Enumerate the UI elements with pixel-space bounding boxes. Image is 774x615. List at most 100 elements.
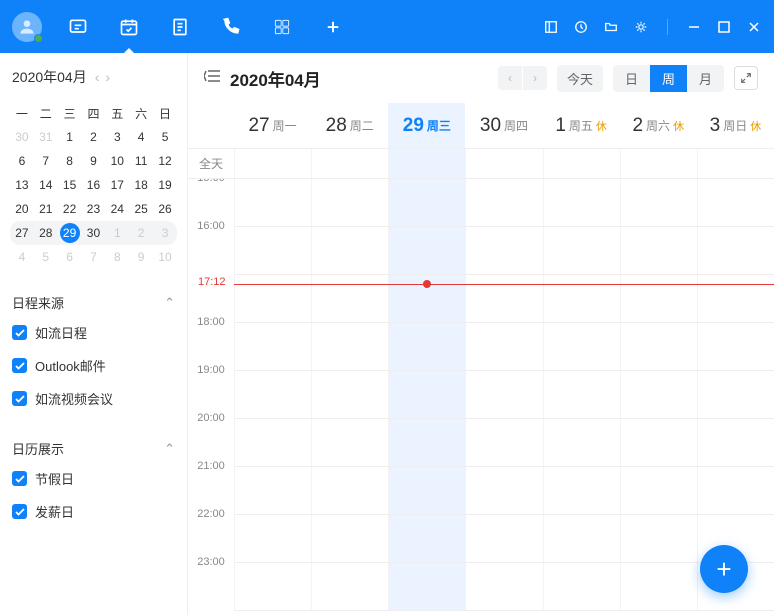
mini-calendar-day[interactable]: 1 bbox=[105, 221, 129, 245]
day-column[interactable] bbox=[543, 179, 620, 611]
schedule-source-item[interactable]: Outlook邮件 bbox=[10, 349, 177, 382]
day-column[interactable] bbox=[620, 179, 697, 611]
prev-period-button[interactable]: ‹ bbox=[498, 66, 522, 90]
mini-calendar-day[interactable]: 10 bbox=[153, 245, 177, 269]
day-header[interactable]: 1周五休 bbox=[543, 103, 620, 148]
mini-calendar-day[interactable]: 10 bbox=[105, 149, 129, 173]
mini-calendar-day[interactable]: 25 bbox=[129, 197, 153, 221]
mini-calendar-day[interactable]: 15 bbox=[58, 173, 82, 197]
mini-calendar-day[interactable]: 14 bbox=[34, 173, 58, 197]
mini-prev-month[interactable]: ‹ bbox=[95, 69, 100, 85]
allday-slot[interactable] bbox=[543, 149, 620, 178]
mini-next-month[interactable]: › bbox=[105, 69, 110, 85]
calendar-toolbar: 2020年04月 ‹ › 今天 日 周 月 bbox=[188, 53, 774, 103]
mini-calendar-day[interactable]: 1 bbox=[58, 125, 82, 149]
maximize-icon[interactable] bbox=[716, 19, 732, 35]
mini-calendar-day[interactable]: 11 bbox=[129, 149, 153, 173]
mini-calendar-day[interactable]: 7 bbox=[34, 149, 58, 173]
day-column[interactable] bbox=[388, 179, 465, 611]
allday-slot[interactable] bbox=[388, 149, 465, 178]
mini-calendar-day[interactable]: 3 bbox=[153, 221, 177, 245]
avatar[interactable] bbox=[12, 12, 42, 42]
time-grid[interactable]: 15:0016:0018:0019:0020:0021:0022:0023:00… bbox=[188, 179, 774, 613]
day-header[interactable]: 28周二 bbox=[311, 103, 388, 148]
mini-calendar-day[interactable]: 2 bbox=[129, 221, 153, 245]
mini-calendar-day[interactable]: 30 bbox=[82, 221, 106, 245]
mini-calendar-day[interactable]: 23 bbox=[82, 197, 106, 221]
mini-calendar-day[interactable]: 17 bbox=[105, 173, 129, 197]
folder-icon[interactable] bbox=[603, 19, 619, 35]
schedule-source-item[interactable]: 如流视频会议 bbox=[10, 382, 177, 415]
screenshot-icon[interactable] bbox=[543, 19, 559, 35]
mini-calendar-day[interactable]: 8 bbox=[58, 149, 82, 173]
mini-calendar-day[interactable]: 21 bbox=[34, 197, 58, 221]
mini-calendar-day[interactable]: 26 bbox=[153, 197, 177, 221]
mini-calendar-day[interactable]: 7 bbox=[82, 245, 106, 269]
day-column[interactable] bbox=[465, 179, 542, 611]
day-header[interactable]: 27周一 bbox=[234, 103, 311, 148]
day-column[interactable] bbox=[234, 179, 311, 611]
mini-calendar-day[interactable]: 9 bbox=[129, 245, 153, 269]
mini-calendar-day[interactable]: 24 bbox=[105, 197, 129, 221]
mini-calendar-day[interactable]: 6 bbox=[10, 149, 34, 173]
minimize-icon[interactable] bbox=[686, 19, 702, 35]
mini-calendar-day[interactable]: 4 bbox=[129, 125, 153, 149]
mini-calendar-day[interactable]: 31 bbox=[34, 125, 58, 149]
docs-icon[interactable] bbox=[170, 17, 190, 37]
mini-calendar-day[interactable]: 5 bbox=[34, 245, 58, 269]
mini-calendar-day[interactable]: 4 bbox=[10, 245, 34, 269]
mini-calendar-day[interactable]: 18 bbox=[129, 173, 153, 197]
view-week-button[interactable]: 周 bbox=[650, 65, 687, 92]
mini-calendar-day[interactable]: 12 bbox=[153, 149, 177, 173]
mini-calendar-day[interactable]: 2 bbox=[82, 125, 106, 149]
gear-icon[interactable] bbox=[633, 19, 649, 35]
allday-slot[interactable] bbox=[311, 149, 388, 178]
mini-calendar-day[interactable]: 28 bbox=[34, 221, 58, 245]
day-header[interactable]: 30周四 bbox=[465, 103, 542, 148]
display-option-item[interactable]: 节假日 bbox=[10, 462, 177, 495]
allday-slot[interactable] bbox=[620, 149, 697, 178]
allday-slot[interactable] bbox=[465, 149, 542, 178]
mini-calendar-day[interactable]: 6 bbox=[58, 245, 82, 269]
view-month-button[interactable]: 月 bbox=[687, 65, 724, 92]
day-column[interactable] bbox=[311, 179, 388, 611]
phone-icon[interactable] bbox=[221, 17, 241, 37]
allday-slot[interactable] bbox=[697, 149, 774, 178]
schedule-sources-header[interactable]: 日程来源 ⌃ bbox=[10, 289, 177, 316]
mini-calendar-day[interactable]: 22 bbox=[58, 197, 82, 221]
mini-calendar-day[interactable]: 16 bbox=[82, 173, 106, 197]
expand-button[interactable] bbox=[734, 66, 758, 90]
mini-calendar-day[interactable]: 9 bbox=[82, 149, 106, 173]
chat-icon[interactable] bbox=[68, 17, 88, 37]
calendar-icon[interactable] bbox=[119, 17, 139, 37]
add-icon[interactable] bbox=[323, 17, 343, 37]
sidebar: 2020年04月 ‹ › 一二三四五六日 3031123456789101112… bbox=[0, 53, 187, 615]
next-period-button[interactable]: › bbox=[523, 66, 547, 90]
mini-calendar[interactable]: 一二三四五六日 30311234567891011121314151617181… bbox=[10, 101, 177, 269]
today-button[interactable]: 今天 bbox=[557, 65, 603, 92]
close-icon[interactable] bbox=[746, 19, 762, 35]
checkbox-checked-icon bbox=[12, 504, 27, 519]
mini-calendar-day[interactable]: 3 bbox=[105, 125, 129, 149]
mini-calendar-day[interactable]: 20 bbox=[10, 197, 34, 221]
view-day-button[interactable]: 日 bbox=[613, 65, 650, 92]
toggle-sidebar-icon[interactable] bbox=[204, 69, 220, 88]
display-option-item[interactable]: 发薪日 bbox=[10, 495, 177, 528]
history-icon[interactable] bbox=[573, 19, 589, 35]
day-column[interactable] bbox=[697, 179, 774, 611]
add-event-fab[interactable]: + bbox=[700, 545, 748, 593]
mini-calendar-day[interactable]: 19 bbox=[153, 173, 177, 197]
mini-calendar-day[interactable]: 8 bbox=[105, 245, 129, 269]
mini-calendar-day[interactable]: 5 bbox=[153, 125, 177, 149]
day-header[interactable]: 2周六休 bbox=[620, 103, 697, 148]
mini-calendar-day[interactable]: 13 bbox=[10, 173, 34, 197]
day-header[interactable]: 3周日休 bbox=[697, 103, 774, 148]
mini-calendar-day[interactable]: 30 bbox=[10, 125, 34, 149]
mini-calendar-day[interactable]: 29 bbox=[58, 221, 82, 245]
allday-slot[interactable] bbox=[234, 149, 311, 178]
day-header[interactable]: 29周三 bbox=[388, 103, 465, 148]
mini-calendar-day[interactable]: 27 bbox=[10, 221, 34, 245]
schedule-source-item[interactable]: 如流日程 bbox=[10, 316, 177, 349]
apps-icon[interactable] bbox=[272, 17, 292, 37]
calendar-display-header[interactable]: 日历展示 ⌃ bbox=[10, 435, 177, 462]
